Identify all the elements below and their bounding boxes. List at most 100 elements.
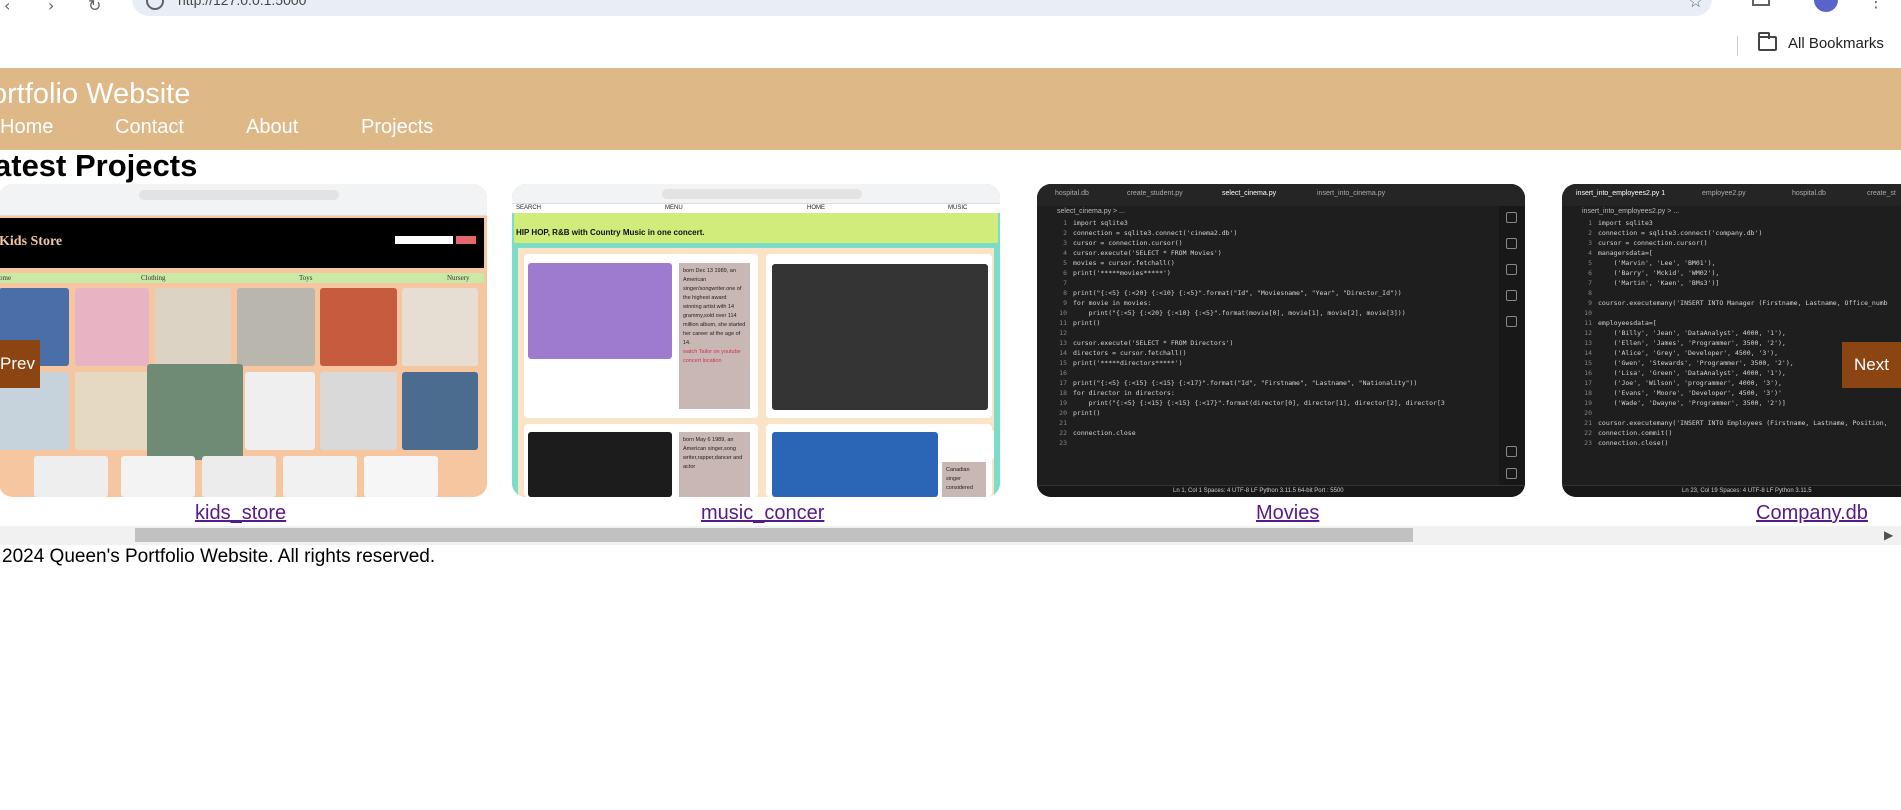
nav-contact[interactable]: Contact	[115, 116, 184, 139]
menu-kebab-icon[interactable]: ⋮	[1868, 0, 1884, 11]
line-numbers: 1 2 3 4 5 6 7 8 9 10 11 12 13 14 15 16 17 18 19 20 21 22 23	[1584, 219, 1592, 447]
scroll-right-arrow-icon[interactable]: ▶	[1884, 528, 1893, 542]
all-bookmarks-button[interactable]: All Bookmarks	[1788, 35, 1884, 52]
editor-tab: employee2.py	[1702, 190, 1746, 197]
product-photo	[121, 456, 195, 497]
product-photo	[75, 288, 149, 366]
carousel-next-button[interactable]: Next	[1842, 342, 1901, 388]
project-link-music-concert[interactable]: music_concer	[701, 502, 824, 525]
product-photo	[155, 288, 231, 366]
mini-browser-chrome	[512, 184, 1000, 204]
kids-store-title: Kids Store	[0, 234, 63, 249]
project-thumbnail-music-concert[interactable]: SEARCH MENU HOME MUSIC HIP HOP, R&B with…	[512, 184, 1000, 497]
nav-about[interactable]: About	[246, 116, 298, 139]
product-photo	[402, 288, 478, 366]
product-photo	[75, 372, 149, 450]
product-photo	[320, 372, 397, 450]
product-photo	[320, 288, 397, 366]
music-nav-music: MUSIC	[948, 205, 968, 211]
artist-note: born Dec 13 1989, an American singer/son…	[679, 263, 750, 409]
editor-tab-active: insert_into_employees2.py 1	[1576, 190, 1666, 197]
music-nav-home: HOME	[807, 205, 825, 211]
reload-icon[interactable]: ↻	[88, 0, 101, 15]
kids-store-menu: ome Clothing Toys Nursery	[0, 273, 484, 283]
product-photo	[202, 456, 276, 497]
project-link-movies[interactable]: Movies	[1256, 502, 1319, 525]
product-photo	[283, 456, 357, 497]
artist-note: born May 6 1989, an American singer,song…	[679, 432, 750, 497]
source-control-icon	[1506, 290, 1517, 301]
explorer-icon	[1506, 212, 1517, 223]
back-icon[interactable]: ‹	[4, 0, 10, 15]
line-numbers: 1 2 3 4 5 6 7 8 9 10 11 12 13 14 15 16 17 18 19 20 21 22 23	[1059, 219, 1067, 447]
mini-url-bar	[662, 189, 862, 199]
kids-menu-home: ome	[0, 274, 12, 282]
artist-photo	[942, 430, 994, 460]
project-thumbnail-movies[interactable]: hospital.db create_student.py select_cin…	[1037, 184, 1525, 497]
editor-tab: create_student.py	[1127, 190, 1183, 197]
product-photo-hover	[147, 364, 243, 460]
product-photo	[245, 372, 315, 450]
kids-menu-clothing: Clothing	[141, 274, 166, 282]
project-link-kids-store[interactable]: kids_store	[195, 502, 286, 525]
profile-avatar[interactable]	[1814, 0, 1838, 12]
editor-tab: create_st	[1867, 190, 1896, 197]
extensions-icon	[1506, 316, 1517, 327]
nav-home[interactable]: Home	[0, 116, 53, 139]
editor-status-text: Ln 1, Col 1 Spaces: 4 UTF-8 LF Python 3.…	[1173, 488, 1344, 494]
nav-projects[interactable]: Projects	[361, 116, 433, 139]
music-nav-search: SEARCH	[516, 205, 542, 211]
bookmark-star-icon[interactable]: ☆	[1688, 0, 1703, 12]
editor-tab: insert_into_cinema.py	[1317, 190, 1386, 197]
editor-status-bar: Ln 23, Col 19 Spaces: 4 UTF-8 LF Python …	[1562, 485, 1901, 497]
artist-photo	[528, 263, 672, 359]
editor-breadcrumb: select_cinema.py > ...	[1057, 208, 1125, 215]
address-url[interactable]: http://127.0.0.1:5000	[178, 0, 306, 8]
code-area: import sqlite3 connection = sqlite3.conn…	[1073, 219, 1445, 437]
mini-url-bar	[139, 190, 339, 200]
editor-status-text: Ln 23, Col 19 Spaces: 4 UTF-8 LF Python …	[1682, 488, 1812, 494]
browser-toolbar: ‹ › ↻ http://127.0.0.1:5000 ☆ ⋮	[0, 0, 1901, 26]
account-icon	[1506, 446, 1517, 457]
bookmarks-separator	[1737, 36, 1738, 56]
editor-tab: hospital.db	[1055, 190, 1089, 197]
bookmarks-bar: All Bookmarks	[0, 26, 1901, 68]
code-area: import sqlite3 connection = sqlite3.conn…	[1598, 219, 1888, 447]
site-header: ortfolio Website Home Contact About Proj…	[0, 68, 1901, 150]
kids-store-search-button	[456, 236, 476, 244]
product-photo	[34, 456, 108, 497]
artist-photo	[772, 432, 938, 497]
product-photo	[402, 372, 478, 450]
mini-browser-chrome	[0, 184, 487, 216]
kids-menu-toys: Toys	[299, 274, 313, 282]
artist-bio: born Dec 13 1989, an American singer/son…	[683, 268, 746, 346]
projects-carousel: Kids Store ome Clothing Toys Nursery kid…	[0, 184, 1901, 548]
settings-gear-icon	[1506, 468, 1517, 479]
carousel-prev-button[interactable]: Prev	[0, 340, 40, 388]
artist-link: watch Tailor on youtube concert location	[683, 349, 741, 364]
editor-breadcrumb: insert_into_employees2.py > ...	[1582, 208, 1680, 215]
forward-icon[interactable]: ›	[48, 0, 54, 15]
project-thumbnail-kids-store[interactable]: Kids Store ome Clothing Toys Nursery	[0, 184, 487, 497]
artist-note: Canadian singer considered	[942, 462, 986, 497]
product-photo	[237, 288, 315, 366]
product-photo	[364, 456, 438, 497]
project-link-company-db[interactable]: Company.db	[1756, 502, 1868, 525]
concert-photo	[772, 264, 988, 410]
kids-menu-nursery: Nursery	[447, 274, 470, 282]
download-icon[interactable]	[1752, 0, 1770, 6]
editor-tab: hospital.db	[1792, 190, 1826, 197]
scrollbar-thumb[interactable]	[135, 528, 1413, 542]
search-icon	[1506, 238, 1517, 249]
site-title: ortfolio Website	[0, 78, 191, 110]
address-bar[interactable]	[132, 0, 1712, 16]
run-debug-icon	[1506, 264, 1517, 275]
project-thumbnail-company-db[interactable]: insert_into_employees2.py 1 employee2.py…	[1562, 184, 1901, 497]
activity-bar	[1499, 206, 1525, 485]
music-nav: SEARCH MENU HOME MUSIC	[512, 204, 1000, 213]
folder-icon[interactable]	[1758, 32, 1777, 51]
music-nav-menu: MENU	[665, 205, 683, 211]
editor-tabs: hospital.db create_student.py select_cin…	[1037, 184, 1525, 206]
music-banner-text: HIP HOP, R&B with Country Music in one c…	[516, 228, 705, 237]
editor-tabs: insert_into_employees2.py 1 employee2.py…	[1562, 184, 1901, 206]
